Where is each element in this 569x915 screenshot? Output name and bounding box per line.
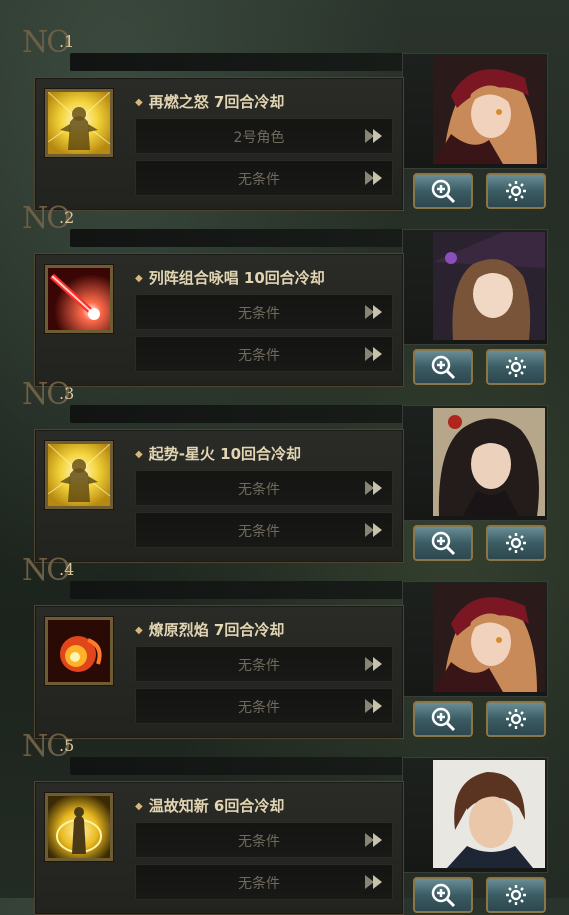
double-arrow-icon xyxy=(364,832,386,848)
slot-number-label: .5 xyxy=(59,736,75,755)
double-arrow-icon xyxy=(364,698,386,714)
condition-label: 无条件 xyxy=(238,658,280,674)
condition-select-2[interactable]: 无条件 xyxy=(135,864,393,900)
red-hood-girl-portrait[interactable] xyxy=(433,584,545,692)
red-slash-icon[interactable] xyxy=(44,264,114,334)
diamond-icon: ◆ xyxy=(135,273,143,284)
portrait-frame[interactable] xyxy=(402,405,548,521)
skill-title: ◆ 再燃之怒 7回合冷却 xyxy=(135,93,285,111)
portrait-frame[interactable] xyxy=(402,229,548,345)
skill-title: ◆ 起势-星火 10回合冷却 xyxy=(135,445,302,463)
fireball-icon[interactable] xyxy=(44,616,114,686)
double-arrow-icon xyxy=(364,128,386,144)
double-arrow-icon xyxy=(364,874,386,890)
slot-number: NO .4 xyxy=(22,553,75,588)
condition-label: 无条件 xyxy=(238,524,280,540)
double-arrow-icon xyxy=(364,656,386,672)
team-slot: NO .1 ◆ 再燃之怒 7回合冷却 2号角色 无条件 xyxy=(0,25,569,211)
slot-number: NO .5 xyxy=(22,729,75,764)
buff-fist-icon[interactable] xyxy=(44,88,114,158)
double-arrow-icon xyxy=(364,480,386,496)
condition-select-1[interactable]: 无条件 xyxy=(135,470,393,506)
double-arrow-icon xyxy=(364,170,386,186)
condition-label: 无条件 xyxy=(238,876,280,892)
condition-select-2[interactable]: 无条件 xyxy=(135,336,393,372)
portrait-frame[interactable] xyxy=(402,757,548,873)
skill-title: ◆ 列阵组合咏唱 10回合冷却 xyxy=(135,269,325,287)
condition-label: 2号角色 xyxy=(233,130,285,146)
slot-number-label: .3 xyxy=(59,384,75,403)
condition-select-2[interactable]: 无条件 xyxy=(135,512,393,548)
skill-card: ◆ 再燃之怒 7回合冷却 2号角色 无条件 xyxy=(34,77,404,211)
double-arrow-icon xyxy=(364,522,386,538)
condition-select-2[interactable]: 无条件 xyxy=(135,688,393,724)
skill-card: ◆ 温故知新 6回合冷却 无条件 无条件 xyxy=(34,781,404,915)
skill-card: ◆ 列阵组合咏唱 10回合冷却 无条件 无条件 xyxy=(34,253,404,387)
condition-label: 无条件 xyxy=(238,700,280,716)
diamond-icon: ◆ xyxy=(135,97,143,108)
slot-number: NO .2 xyxy=(22,201,75,236)
team-slot: NO .2 ◆ 列阵组合咏唱 10回合冷却 无条件 无条件 xyxy=(0,201,569,387)
diamond-icon: ◆ xyxy=(135,801,143,812)
double-arrow-icon xyxy=(364,304,386,320)
slot-number: NO .3 xyxy=(22,377,75,412)
portrait-frame[interactable] xyxy=(402,53,548,169)
condition-select-2[interactable]: 无条件 xyxy=(135,160,393,196)
skill-title: ◆ 温故知新 6回合冷却 xyxy=(135,797,285,815)
condition-label: 无条件 xyxy=(238,482,280,498)
condition-select-1[interactable]: 无条件 xyxy=(135,822,393,858)
buff-fist-icon[interactable] xyxy=(44,440,114,510)
condition-select-1[interactable]: 2号角色 xyxy=(135,118,393,154)
condition-label: 无条件 xyxy=(238,172,280,188)
skill-card: ◆ 起势-星火 10回合冷却 无条件 无条件 xyxy=(34,429,404,563)
red-hood-girl-portrait[interactable] xyxy=(433,56,545,164)
skill-card: ◆ 燎原烈焰 7回合冷却 无条件 无条件 xyxy=(34,605,404,739)
slot-number-label: .4 xyxy=(59,560,75,579)
brown-hair-man-portrait[interactable] xyxy=(433,760,545,868)
slot-number-label: .2 xyxy=(59,208,75,227)
slot-number: NO .1 xyxy=(22,25,75,60)
team-slot: NO .3 ◆ 起势-星火 10回合冷却 无条件 无条件 xyxy=(0,377,569,563)
diamond-icon: ◆ xyxy=(135,449,143,460)
diamond-icon: ◆ xyxy=(135,625,143,636)
condition-label: 无条件 xyxy=(238,348,280,364)
portrait-frame[interactable] xyxy=(402,581,548,697)
witch-hat-girl-portrait[interactable] xyxy=(433,232,545,340)
condition-label: 无条件 xyxy=(238,306,280,322)
condition-label: 无条件 xyxy=(238,834,280,850)
team-slot: NO .4 ◆ 燎原烈焰 7回合冷却 无条件 无条件 xyxy=(0,553,569,739)
condition-select-1[interactable]: 无条件 xyxy=(135,646,393,682)
black-hair-woman-portrait[interactable] xyxy=(433,408,545,516)
golden-aura-icon[interactable] xyxy=(44,792,114,862)
double-arrow-icon xyxy=(364,346,386,362)
team-slot: NO .5 ◆ 温故知新 6回合冷却 无条件 无条件 xyxy=(0,729,569,915)
skill-title: ◆ 燎原烈焰 7回合冷却 xyxy=(135,621,285,639)
settings-button[interactable] xyxy=(486,877,546,913)
slot-number-label: .1 xyxy=(59,32,75,51)
zoom-button[interactable] xyxy=(413,877,473,913)
condition-select-1[interactable]: 无条件 xyxy=(135,294,393,330)
